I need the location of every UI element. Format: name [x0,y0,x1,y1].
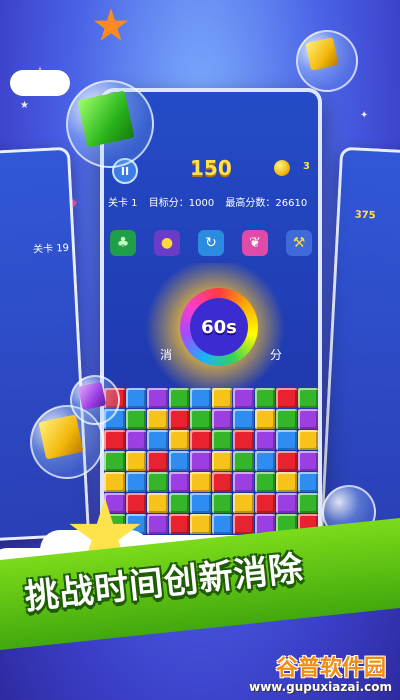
purple-gem[interactable] [233,388,254,408]
refresh-powerup-button[interactable]: ↻ [198,230,224,256]
level-label: 关卡 1 [108,198,138,209]
red-gem[interactable] [254,493,275,513]
green-gem-cube [77,90,135,148]
purple-gem[interactable] [147,514,168,534]
side-level-label: 关卡 19 [32,242,70,256]
purple-gem[interactable] [233,472,254,492]
yellow-gem[interactable] [190,514,211,534]
cloud [10,70,70,96]
purple-gem[interactable] [297,451,318,471]
purple-gem[interactable] [147,388,168,408]
yellow-gem[interactable] [254,409,275,429]
powerup-bar: ♣ ● ↻ ❦ ⚒ [110,230,312,256]
best-score: 最高分数：26610 [225,198,308,209]
score: 150 [190,156,232,180]
blue-gem[interactable] [125,388,146,408]
purple-gem[interactable] [254,430,275,450]
red-gem[interactable] [276,451,297,471]
red-gem[interactable] [233,514,254,534]
green-gem[interactable] [104,451,125,471]
ribbon-powerup-button[interactable]: ❦ [242,230,268,256]
red-gem[interactable] [233,430,254,450]
green-gem[interactable] [254,472,275,492]
level-stats: 关卡 1 目标分：1000 最高分数：26610 [108,194,315,209]
red-gem[interactable] [276,388,297,408]
green-gem[interactable] [233,451,254,471]
green-gem[interactable] [297,388,318,408]
yellow-gem[interactable] [276,472,297,492]
coin-count: 3 [303,161,310,172]
yellow-gem-cube [38,414,84,460]
sparkle-icon: ★ [20,100,29,111]
purple-gem[interactable] [190,451,211,471]
yellow-gem[interactable] [211,388,232,408]
green-gem[interactable] [297,493,318,513]
green-gem[interactable] [276,409,297,429]
red-gem[interactable] [211,472,232,492]
yellow-gem[interactable] [233,493,254,513]
clover-powerup-button[interactable]: ♣ [110,230,136,256]
blue-gem[interactable] [125,472,146,492]
red-gem[interactable] [125,493,146,513]
blue-gem[interactable] [276,430,297,450]
blue-gem[interactable] [190,388,211,408]
yellow-gem-cube [305,37,339,71]
sparkle-icon: ✦ [360,110,369,121]
blue-gem[interactable] [190,493,211,513]
yellow-gem[interactable] [125,451,146,471]
red-gem[interactable] [190,430,211,450]
yellow-gem[interactable] [147,409,168,429]
watermark-url: www.gupuxiazai.com [249,680,392,694]
overlay-char-right: 分 [270,348,283,362]
side-coin-count: 375 [354,209,376,222]
overlay-char-left: 消 [160,348,173,362]
yellow-gem[interactable] [297,430,318,450]
blue-gem[interactable] [147,430,168,450]
green-gem[interactable] [211,430,232,450]
red-gem[interactable] [168,514,189,534]
blue-gem[interactable] [233,409,254,429]
yellow-gem[interactable] [147,493,168,513]
yellow-gem[interactable] [211,451,232,471]
purple-gem-cube [77,381,107,411]
green-gem[interactable] [211,493,232,513]
green-gem[interactable] [125,409,146,429]
green-gem[interactable] [147,472,168,492]
timer-text: 60s [190,298,248,356]
yellow-gem[interactable] [104,472,125,492]
purple-gem[interactable] [125,430,146,450]
red-gem[interactable] [147,451,168,471]
green-gem[interactable] [254,388,275,408]
bomb-powerup-button[interactable]: ● [154,230,180,256]
purple-gem[interactable] [276,493,297,513]
purple-gem[interactable] [168,472,189,492]
watermark-title: 谷普软件园 [275,656,386,681]
blue-gem[interactable] [211,514,232,534]
pause-icon: II [120,164,130,178]
green-gem[interactable] [190,409,211,429]
purple-gem[interactable] [297,409,318,429]
green-gem[interactable] [168,493,189,513]
hud: II 150 3 关卡 1 目标分：1000 最高分数：26610 [100,156,322,218]
red-gem[interactable] [104,430,125,450]
green-gem[interactable] [168,388,189,408]
countdown-timer: 60s [180,288,258,366]
yellow-gem[interactable] [168,430,189,450]
blue-gem[interactable] [254,451,275,471]
purple-gem[interactable] [211,409,232,429]
yellow-gem[interactable] [190,472,211,492]
target-score: 目标分：1000 [148,198,215,209]
blue-gem[interactable] [297,472,318,492]
hammer-powerup-button[interactable]: ⚒ [286,230,312,256]
blue-gem[interactable] [168,451,189,471]
coin-icon [274,160,290,176]
red-gem[interactable] [168,409,189,429]
